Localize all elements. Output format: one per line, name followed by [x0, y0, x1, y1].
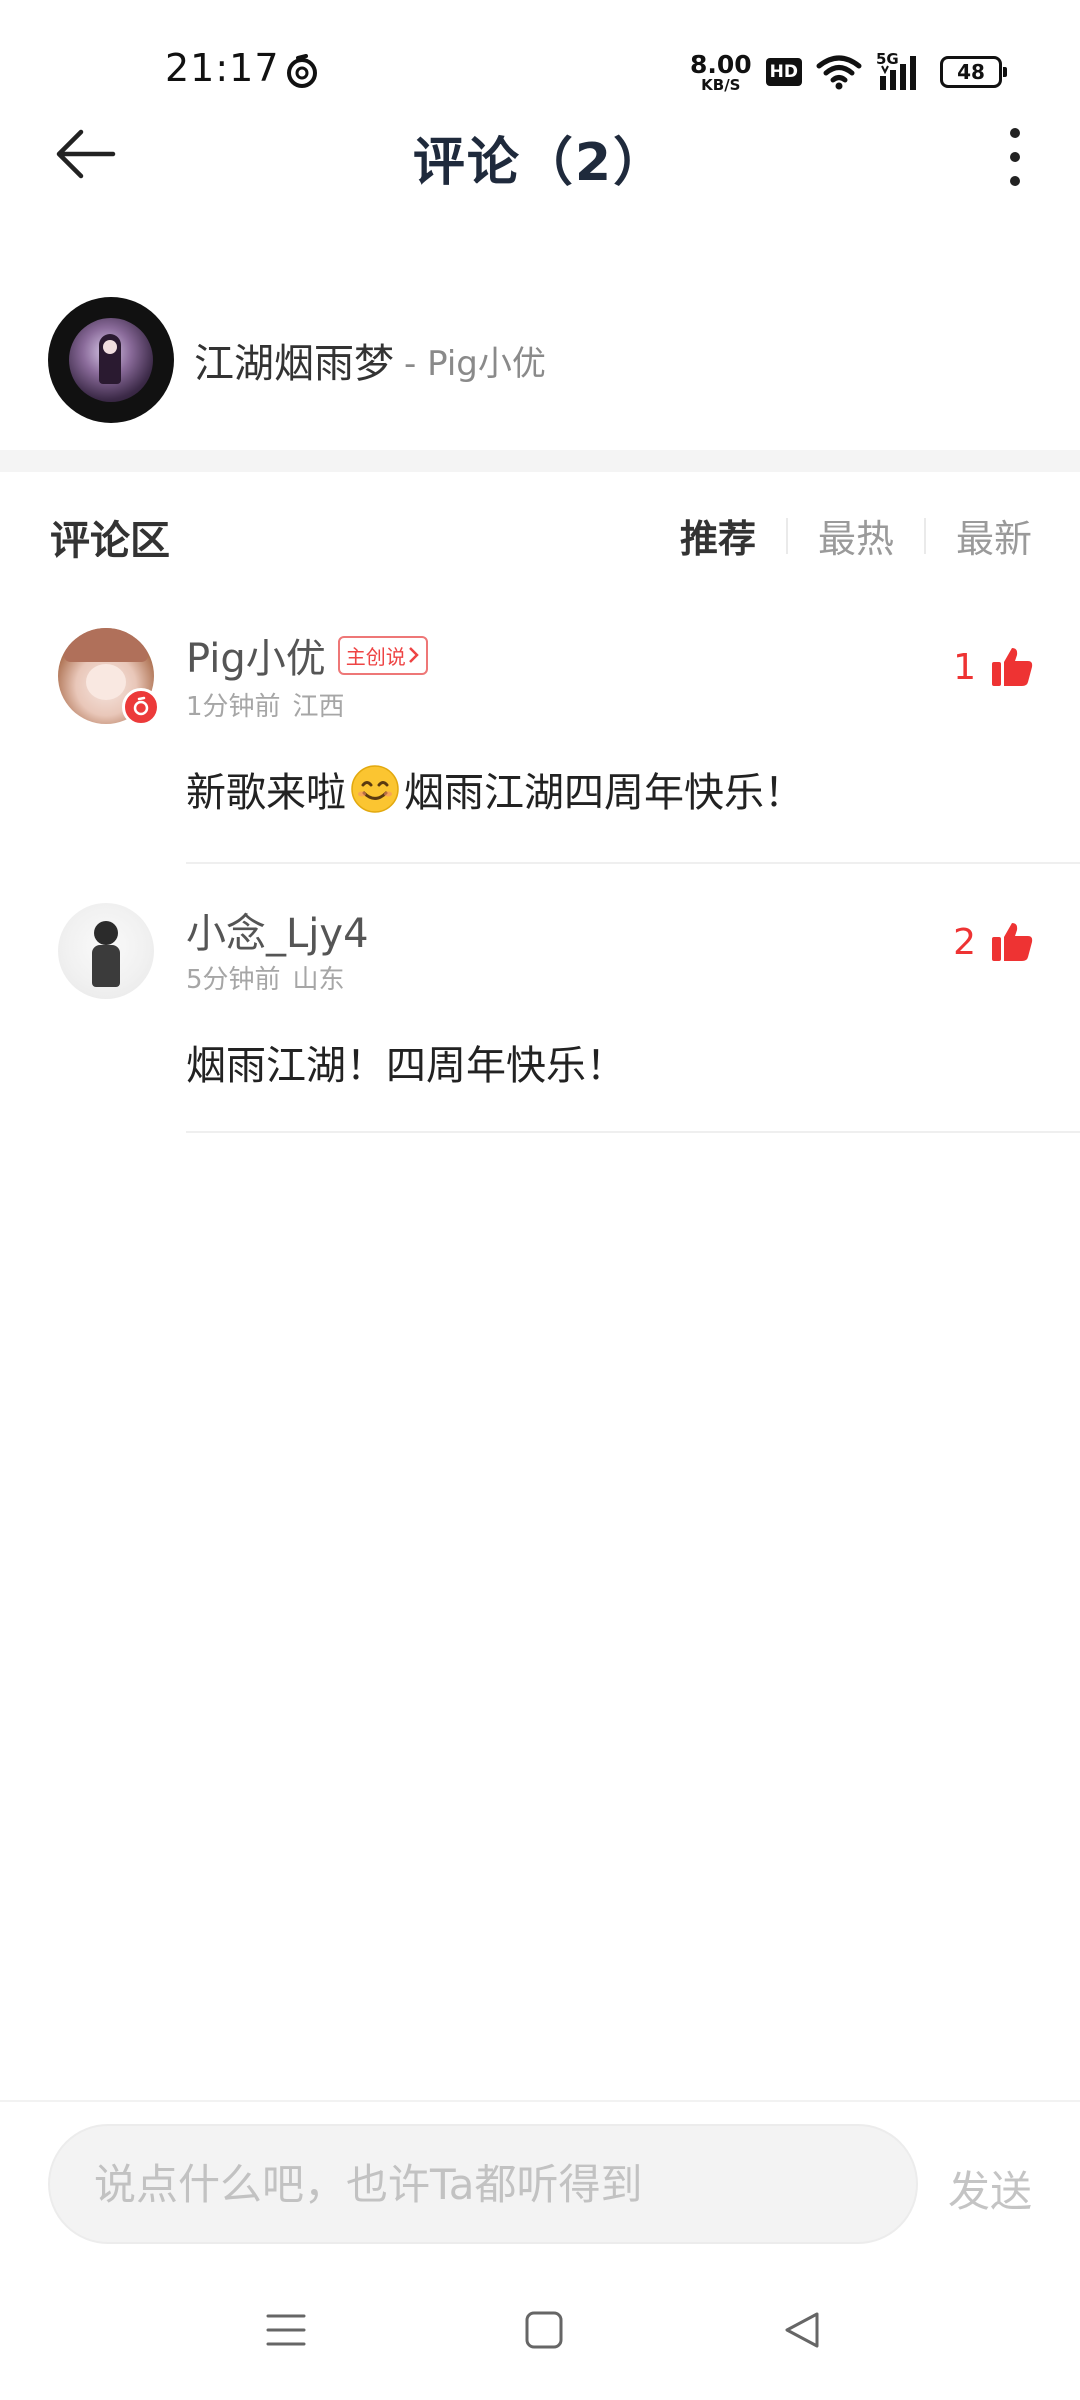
avatar-image [58, 903, 154, 999]
comment-divider [186, 862, 1080, 864]
back-nav-button[interactable] [772, 2300, 832, 2360]
username[interactable]: 小念_Ljy4 [186, 901, 369, 959]
song-title: 江湖烟雨梦 [194, 341, 394, 387]
status-time: 21:17 [165, 46, 280, 90]
tab-separator [785, 517, 788, 554]
creator-says-tag[interactable]: 主创说 [337, 635, 428, 675]
system-nav-bar [0, 2260, 1080, 2400]
hd-badge: HD [765, 58, 802, 86]
menu-nav-button[interactable] [256, 2300, 316, 2360]
wifi-icon [816, 55, 862, 90]
more-dot-icon [1010, 176, 1020, 186]
tab-separator [923, 517, 926, 554]
comment-time: 1分钟前 [186, 692, 281, 722]
thumbs-up-icon [992, 648, 1033, 686]
song-cover-disc [48, 297, 174, 423]
more-dot-icon [1010, 128, 1020, 138]
comment-text-part: 新歌来啦 [186, 770, 346, 816]
battery-level: 48 [957, 60, 985, 84]
username[interactable]: Pig小优 [186, 626, 326, 684]
comment-item: 小念_Ljy4 5分钟前 山东 2 烟雨江湖！四周年快乐！ [0, 895, 1080, 1135]
chevron-right-icon [408, 647, 419, 663]
like-count: 2 [953, 921, 976, 963]
page-title: 评论（2） [412, 133, 668, 193]
song-info-row[interactable]: 江湖烟雨梦 - Pig小优 [0, 285, 1080, 435]
home-nav-button[interactable] [514, 2300, 574, 2360]
tab-recommended[interactable]: 推荐 [680, 508, 756, 563]
tab-newest[interactable]: 最新 [956, 508, 1032, 563]
menu-icon [266, 2314, 306, 2346]
section-divider [0, 450, 1080, 472]
like-count: 1 [953, 646, 976, 688]
back-triangle-icon [785, 2312, 819, 2348]
avatar[interactable] [58, 628, 160, 726]
section-title: 评论区 [50, 518, 170, 564]
more-options-button[interactable] [980, 112, 1050, 202]
battery-icon: 48 [940, 56, 1007, 88]
comment-section-header: 评论区 推荐 最热 最新 [0, 500, 1080, 570]
net-speed: 8.00 KB/S [690, 52, 752, 93]
song-artist: - Pig小优 [404, 343, 546, 384]
comment-input[interactable] [48, 2124, 918, 2244]
home-square-icon [525, 2311, 563, 2349]
comment-location: 山东 [292, 965, 345, 995]
cell-signal: 5G [876, 50, 926, 92]
comment-text-part: 烟雨江湖四周年快乐！ [404, 770, 804, 816]
music-note-icon [133, 696, 149, 716]
comment-text: 烟雨江湖！四周年快乐！ [186, 1043, 626, 1089]
song-cover-art [69, 318, 153, 402]
signal-icon [880, 56, 916, 90]
creator-badge-icon [122, 688, 160, 726]
comment-meta: 1分钟前 江西 [186, 686, 345, 723]
comment-meta: 5分钟前 山东 [186, 959, 345, 996]
send-button[interactable]: 发送 [948, 2158, 1032, 2219]
more-dot-icon [1010, 152, 1020, 162]
comment-time: 5分钟前 [186, 965, 281, 995]
thumbs-up-icon [992, 923, 1033, 961]
net-speed-value: 8.00 [689, 49, 752, 79]
comment-text: 新歌来啦 烟雨江湖四周年快乐！ [186, 760, 804, 818]
status-indicators: 8.00 KB/S HD 5G 48 [690, 48, 1007, 96]
net-speed-unit: KB/S [701, 75, 741, 94]
creator-says-label: 主创说 [345, 644, 406, 669]
comment-item: Pig小优 主创说 1分钟前 江西 1 新歌来啦 烟雨江湖四周年快乐！ [0, 620, 1080, 865]
user-line: Pig小优 主创说 [186, 626, 428, 684]
like-button[interactable]: 2 [953, 921, 1034, 963]
sort-tabs: 推荐 最热 最新 [680, 508, 1032, 563]
like-button[interactable]: 1 [953, 646, 1034, 688]
tab-hottest[interactable]: 最热 [818, 508, 894, 563]
comment-input-bar: 发送 [0, 2100, 1080, 2260]
netease-music-icon [287, 54, 317, 88]
comment-divider [186, 1131, 1080, 1133]
avatar[interactable] [58, 903, 154, 999]
smile-emoji-icon [351, 765, 399, 813]
comment-location: 江西 [292, 692, 345, 722]
header: 评论（2） [0, 100, 1080, 210]
user-line: 小念_Ljy4 [186, 901, 369, 959]
